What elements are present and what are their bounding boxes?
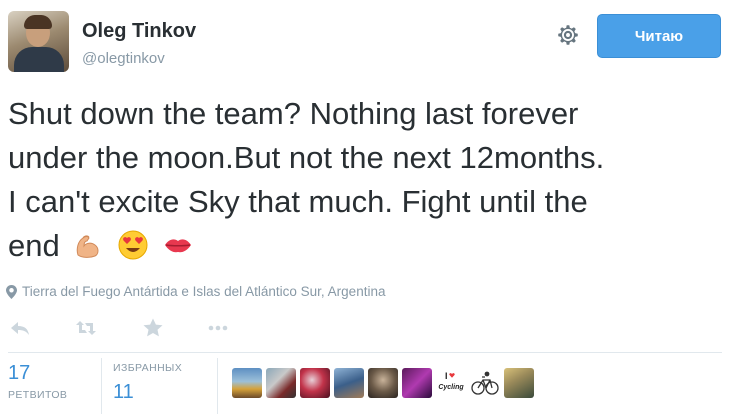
avatar-body (14, 47, 64, 72)
user-handle[interactable]: @olegtinkov (82, 50, 165, 67)
retweets-count[interactable]: 17 (8, 362, 30, 385)
retweets-label[interactable]: РЕТВИТОВ (8, 389, 67, 401)
location-text: Tierra del Fuego Antártida e Islas del A… (22, 284, 386, 299)
favoriter-avatar[interactable]: I Cycling (436, 368, 466, 398)
favoriter-avatar[interactable] (402, 368, 432, 398)
kiss-lips-emoji (164, 239, 191, 253)
heart-eyes-emoji (118, 230, 148, 260)
favoriter-avatar[interactable] (266, 368, 296, 398)
bicycle-sketch-icon (471, 371, 499, 395)
favoriter-avatar[interactable] (232, 368, 262, 398)
favorites-count[interactable]: 11 (113, 381, 134, 404)
i-love-cycling-logo: I Cycling (438, 371, 464, 391)
stats-separator (217, 358, 218, 414)
retweet-icon[interactable] (74, 316, 98, 340)
favoriter-avatar[interactable] (368, 368, 398, 398)
tweet-line: I can't excite Sky that much. Fight unti… (8, 184, 588, 219)
gear-icon[interactable] (555, 22, 581, 48)
favoriter-avatar[interactable] (470, 368, 500, 398)
user-display-name[interactable]: Oleg Tinkov (82, 20, 196, 43)
location-pin-icon (6, 284, 17, 299)
reply-icon[interactable] (8, 316, 32, 340)
stats-separator (101, 358, 102, 414)
svg-text:Cycling: Cycling (438, 384, 464, 391)
tweet-location[interactable]: Tierra del Fuego Antártida e Islas del A… (6, 284, 385, 299)
flexed-biceps-emoji (77, 235, 99, 258)
following-button[interactable]: Читаю (597, 14, 721, 58)
more-icon[interactable] (206, 316, 230, 340)
profile-avatar[interactable] (8, 11, 69, 72)
tweet-text: Shut down the team? Nothing last forever… (8, 92, 720, 268)
favoriter-avatar[interactable] (504, 368, 534, 398)
tweet-line: Shut down the team? Nothing last forever (8, 96, 579, 131)
tweet-line: under the moon.But not the next 12months… (8, 140, 605, 175)
favoriter-avatar[interactable] (300, 368, 330, 398)
favorite-icon[interactable] (141, 316, 165, 340)
favoriter-avatar[interactable] (334, 368, 364, 398)
svg-text:I: I (445, 371, 448, 381)
avatar-hair (24, 15, 52, 29)
tweet-line: end (8, 228, 60, 263)
stats-divider (8, 352, 722, 353)
favoriters-list: I Cycling (232, 368, 534, 398)
favorites-label[interactable]: ИЗБРАННЫХ (113, 362, 182, 374)
tweet-line-last: end (8, 224, 720, 268)
